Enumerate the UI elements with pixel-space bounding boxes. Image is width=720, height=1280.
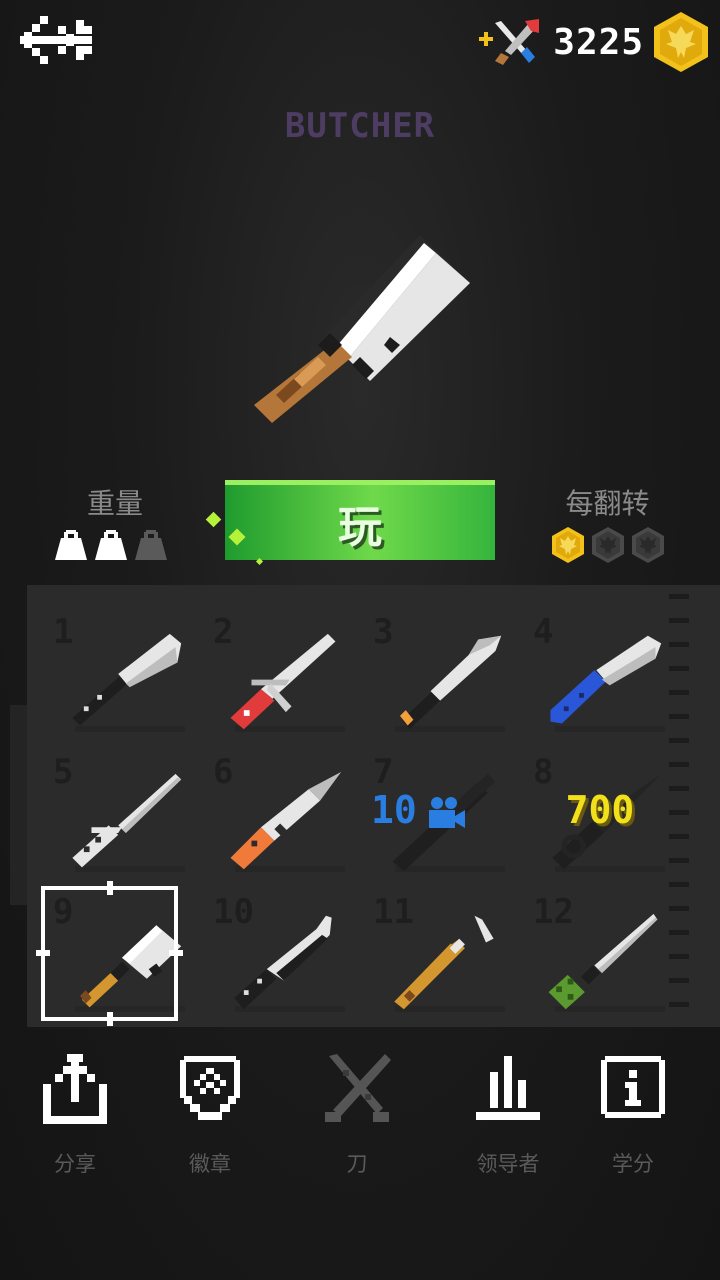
weight-meter: [55, 528, 175, 562]
knife-icon: [230, 771, 342, 870]
knife-icon: [394, 915, 494, 1010]
knife-slot-9[interactable]: 9: [45, 892, 195, 1022]
video-camera-icon: [429, 797, 465, 828]
knife-icon: [72, 633, 182, 726]
back-arrow-icon: [20, 16, 92, 64]
leaderboard-icon: [476, 1056, 540, 1120]
per-flip-meter: [552, 527, 664, 563]
knife-slot-3[interactable]: 3: [365, 612, 515, 742]
badge-icon: [180, 1056, 240, 1120]
play-button[interactable]: 玩: [225, 480, 495, 560]
panel-edge: [10, 705, 28, 905]
coin-empty-icon: [632, 527, 664, 563]
scrollbar-tick: [669, 594, 689, 599]
knife-icon: [548, 913, 658, 1010]
knife-icon: [234, 915, 332, 1010]
knife-slot-5[interactable]: 5: [45, 752, 195, 882]
nav-share-label: 分享: [54, 1152, 96, 1176]
per-flip-label: 每翻转: [565, 487, 650, 520]
knife-slot-8[interactable]: 8 700: [525, 752, 675, 882]
knife-slot-11[interactable]: 11: [365, 892, 515, 1022]
knife-icon: [230, 633, 336, 730]
nav-leaderboard-label: 领导者: [476, 1152, 540, 1176]
knife-name-title: BUTCHER: [284, 106, 436, 146]
knife-slot-10[interactable]: 10: [205, 892, 355, 1022]
back-button[interactable]: [18, 12, 98, 68]
knife-slot-6[interactable]: 6: [205, 752, 355, 882]
knife-icon: [400, 635, 502, 730]
info-icon: [601, 1056, 665, 1118]
weight-icon: [55, 530, 87, 560]
get-knives-icon[interactable]: [477, 17, 543, 67]
knife-icon: [72, 773, 182, 868]
nav-share[interactable]: 分享: [20, 1050, 130, 1180]
nav-badges-label: 徽章: [189, 1152, 231, 1176]
weight-label: 重量: [86, 487, 143, 520]
share-icon: [43, 1054, 107, 1124]
knife-icon: [550, 635, 662, 724]
nav-knives-label: 刀: [346, 1152, 368, 1176]
coin-price: 700: [565, 788, 635, 832]
coin-count: 3225: [553, 21, 644, 63]
nav-badges[interactable]: 徽章: [155, 1050, 265, 1180]
nav-credits[interactable]: 学分: [578, 1050, 688, 1180]
knife-slot-12[interactable]: 12: [525, 892, 675, 1022]
weight-icon: [135, 530, 167, 560]
coin-icon: [552, 527, 584, 563]
knife-icon: [80, 925, 182, 1008]
coin-empty-icon: [592, 527, 624, 563]
knife-slot-4[interactable]: 4: [525, 612, 675, 742]
selected-knife-preview: [254, 235, 470, 423]
sparkle: [205, 511, 222, 528]
weight-icon: [95, 530, 127, 560]
knife-slot-2[interactable]: 2: [205, 612, 355, 742]
nav-credits-label: 学分: [612, 1152, 654, 1176]
scrollbar-tick: [669, 882, 689, 887]
video-unlock-count: 10: [371, 788, 417, 832]
crossed-knives-icon: [325, 1054, 391, 1122]
knife-slot-1[interactable]: 1: [45, 612, 195, 742]
nav-leaderboard[interactable]: 领导者: [453, 1050, 563, 1180]
coin-icon: [654, 12, 708, 72]
nav-knives[interactable]: 刀: [302, 1050, 412, 1180]
knife-slot-7[interactable]: 7 10: [365, 752, 515, 882]
